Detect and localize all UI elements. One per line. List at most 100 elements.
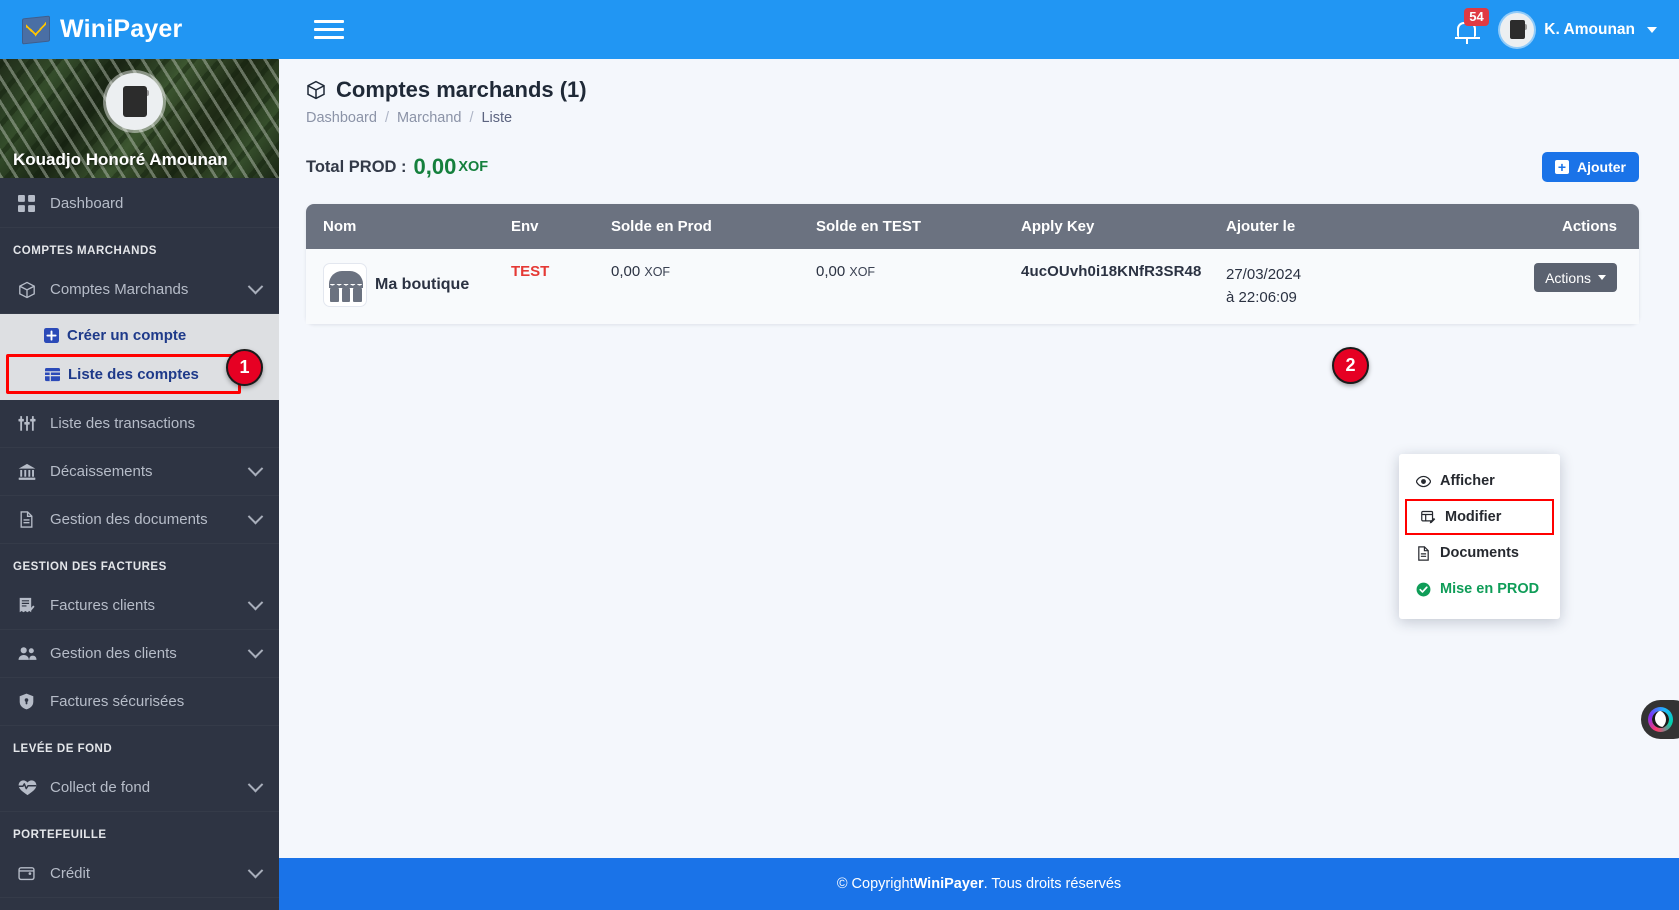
sidebar-item-comptes-marchands[interactable]: Comptes Marchands <box>0 266 279 314</box>
actions-dropdown-button[interactable]: Actions <box>1534 263 1617 292</box>
chevron-down-icon <box>1598 275 1606 280</box>
sidebar-item-decaissements[interactable]: Décaissements <box>0 448 279 496</box>
total-label: Total PROD : <box>306 157 407 176</box>
column-header-solde-prod[interactable]: Solde en Prod <box>611 204 816 249</box>
profile-avatar[interactable] <box>106 73 163 130</box>
dropdown-item-documents[interactable]: Documents <box>1399 535 1560 571</box>
column-header-solde-test[interactable]: Solde en TEST <box>816 204 1021 249</box>
column-header-env[interactable]: Env <box>511 204 611 249</box>
file-icon <box>18 511 44 528</box>
cell-solde-prod: 0,00 XOF <box>611 249 816 324</box>
chevron-down-icon <box>247 594 264 611</box>
chevron-down-icon <box>247 862 264 879</box>
column-header-apply-key[interactable]: Apply Key <box>1021 204 1226 249</box>
actions-dropdown-menu: Afficher Modifier Documents Mise en PROD <box>1399 454 1560 619</box>
sidebar-subitem-liste-des-comptes[interactable]: Liste des comptes <box>6 354 241 394</box>
box-icon <box>306 80 326 100</box>
step-badge-1: 1 <box>226 349 263 386</box>
cell-env: TEST <box>511 249 611 324</box>
column-header-nom[interactable]: Nom <box>306 204 511 249</box>
chevron-down-icon <box>247 508 264 525</box>
sidebar-item-label: Dashboard <box>50 195 124 212</box>
footer-brand: WiniPayer <box>913 876 984 892</box>
sidebar-item-label: Crédit <box>50 865 91 882</box>
solde-prod-value: 0,00 <box>611 263 641 280</box>
merchant-name: Ma boutique <box>375 276 470 293</box>
sidebar-item-label: Factures clients <box>50 597 156 614</box>
column-header-ajouter-le[interactable]: Ajouter le <box>1226 204 1431 249</box>
plus-square-icon: + <box>1555 160 1569 174</box>
chevron-down-icon <box>247 776 264 793</box>
hamburger-menu-icon[interactable] <box>314 15 344 45</box>
total-value: 0,00 <box>413 154 457 179</box>
sidebar-item-label: Gestion des clients <box>50 645 177 662</box>
table-list-icon <box>45 367 60 382</box>
merchant-accounts-table: Nom Env Solde en Prod Solde en TEST Appl… <box>306 204 1639 324</box>
main-content: Comptes marchands (1) Dashboard / Marcha… <box>279 59 1679 910</box>
dropdown-item-afficher[interactable]: Afficher <box>1399 463 1560 499</box>
sidebar-item-credit[interactable]: Crédit <box>0 850 279 898</box>
total-bar: Total PROD : 0,00 XOF + Ajouter <box>279 126 1679 182</box>
page-title: Comptes marchands (1) <box>306 77 1679 103</box>
footer-copyright-prefix: © Copyright <box>836 876 914 892</box>
sidebar-item-label: Décaissements <box>50 463 153 480</box>
sliders-icon <box>18 415 44 433</box>
check-circle-icon <box>1416 582 1431 597</box>
receipt-check-icon <box>18 597 44 614</box>
shop-icon <box>323 263 367 307</box>
cell-solde-test: 0,00 XOF <box>816 249 1021 324</box>
wallet-icon <box>18 865 44 882</box>
dropdown-item-modifier[interactable]: Modifier <box>1405 499 1554 535</box>
device-icon <box>122 86 149 117</box>
breadcrumb-separator: / <box>469 110 474 126</box>
user-menu[interactable]: K. Amounan <box>1500 12 1657 47</box>
dropdown-item-label: Modifier <box>1445 509 1502 525</box>
sidebar-section-title: GESTION DES FACTURES <box>13 561 167 573</box>
heart-pulse-icon <box>18 778 44 797</box>
notifications-button[interactable]: 54 <box>1452 7 1489 47</box>
step-badge-2: 2 <box>1332 347 1369 384</box>
actions-button-label: Actions <box>1545 269 1591 286</box>
file-icon <box>1416 545 1431 561</box>
sidebar-item-gestion-des-documents[interactable]: Gestion des documents <box>0 496 279 544</box>
sidebar-item-label: Liste des transactions <box>50 415 196 432</box>
brand-area[interactable]: WiniPayer <box>0 15 300 44</box>
sidebar-item-factures-clients[interactable]: Factures clients <box>0 582 279 630</box>
cell-nom: Ma boutique <box>306 249 511 324</box>
apply-key-value: 4ucOUvh0i18KNfR3SR48 <box>1021 263 1202 280</box>
grid-icon <box>18 195 44 212</box>
app-root: WiniPayer 54 K. Amounan Kouadjo Honoré A… <box>0 0 1679 910</box>
dropdown-item-label: Mise en PROD <box>1440 581 1540 597</box>
dropdown-item-mise-en-prod[interactable]: Mise en PROD <box>1399 571 1560 607</box>
chevron-down-icon <box>1647 26 1657 33</box>
sidebar-item-factures-securisees[interactable]: Factures sécurisées <box>0 678 279 726</box>
breadcrumb-item-liste[interactable]: Liste <box>481 110 512 126</box>
chat-widget-button[interactable] <box>1641 700 1679 739</box>
breadcrumb-item-dashboard[interactable]: Dashboard <box>306 110 377 126</box>
breadcrumb-separator: / <box>384 110 389 126</box>
bank-icon <box>18 463 44 481</box>
cell-apply-key: 4ucOUvh0i18KNfR3SR48 <box>1021 249 1226 324</box>
sidebar-item-label: Collect de fond <box>50 779 151 796</box>
sidebar-item-dashboard[interactable]: Dashboard <box>0 180 279 228</box>
plus-square-icon <box>44 327 59 343</box>
profile-name: Kouadjo Honoré Amounan <box>13 150 228 169</box>
sidebar-profile-header: Kouadjo Honoré Amounan <box>0 59 279 178</box>
sidebar-section-title: COMPTES MARCHANDS <box>13 245 157 257</box>
solde-test-currency: XOF <box>849 265 876 279</box>
user-name-label: K. Amounan <box>1544 20 1635 38</box>
sidebar-item-liste-des-transactions[interactable]: Liste des transactions <box>0 400 279 448</box>
notification-count-badge: 54 <box>1464 7 1489 26</box>
sidebar-item-gestion-des-clients[interactable]: Gestion des clients <box>0 630 279 678</box>
sidebar-subitem-creer-un-compte[interactable]: Créer un compte <box>0 316 279 354</box>
breadcrumb-item-marchand[interactable]: Marchand <box>397 110 461 126</box>
breadcrumb: Dashboard / Marchand / Liste <box>306 110 1679 126</box>
dropdown-item-label: Afficher <box>1440 473 1495 489</box>
table-header-row: Nom Env Solde en Prod Solde en TEST Appl… <box>306 204 1639 249</box>
sidebar-item-collect-de-fond[interactable]: Collect de fond <box>0 764 279 812</box>
avatar <box>1500 12 1535 47</box>
shield-lock-icon <box>18 693 44 710</box>
device-icon <box>1509 20 1528 39</box>
solde-test-value: 0,00 <box>816 263 846 280</box>
add-button[interactable]: + Ajouter <box>1542 152 1639 182</box>
